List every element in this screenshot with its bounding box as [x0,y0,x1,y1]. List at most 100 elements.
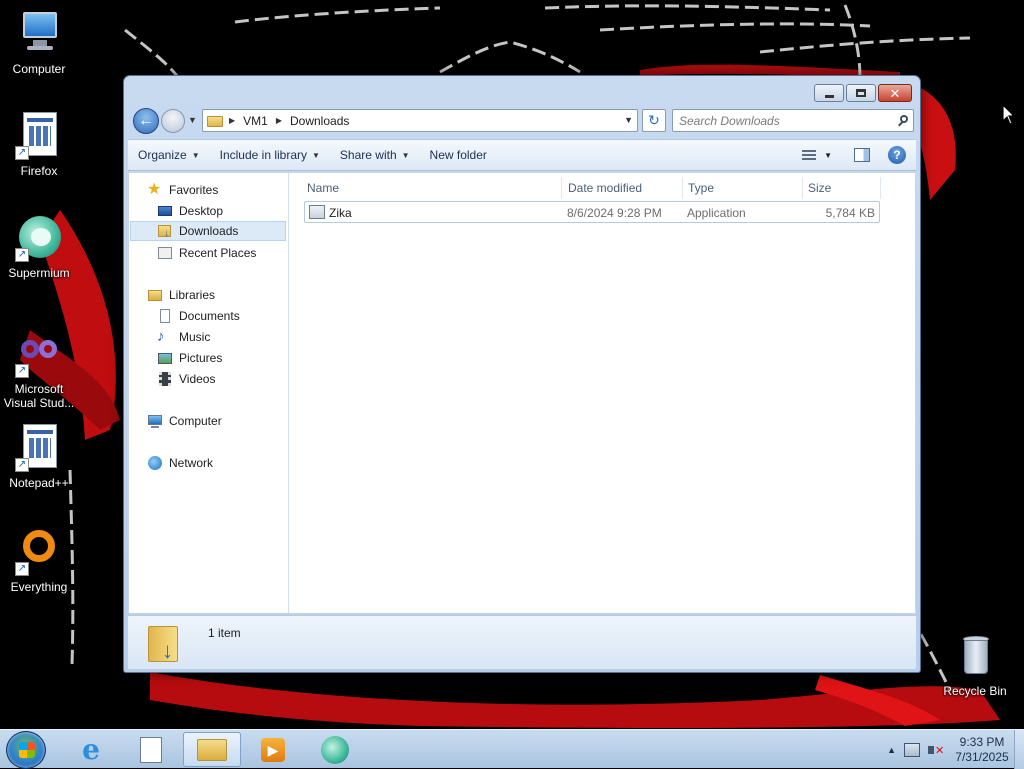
clock-date: 7/31/2025 [955,749,1009,764]
view-controls: ▼ ? [802,146,906,164]
search-box[interactable] [672,109,914,132]
navigation-pane[interactable]: ★ Favorites Desktop ↓ Downloads Recent P… [129,173,289,613]
internet-explorer-icon: e [82,732,100,766]
address-bar[interactable]: ▶ VM1 ▶ Downloads ▼ [202,109,638,132]
back-button[interactable]: ← [133,108,159,134]
nav-pictures[interactable]: Pictures [157,348,222,368]
visual-studio-icon: ↗ [15,330,63,378]
computer-icon [147,413,163,429]
column-name-label: Name [307,181,340,195]
desktop-icon-supermium[interactable]: ↗ Supermium [0,214,78,280]
taskbar-supermium[interactable] [306,732,364,767]
breadcrumb-downloads[interactable]: Downloads [290,114,349,128]
breadcrumb-separator-icon[interactable]: ▶ [276,116,282,125]
nav-videos[interactable]: Videos [157,369,215,389]
desktop-icon-label: Computer [12,62,66,76]
help-icon[interactable]: ? [888,146,906,164]
desktop-icon-notepad-plus-plus[interactable]: ↗ Notepad++ [0,424,78,490]
column-header-size[interactable]: Size [803,177,881,199]
desktop-icon-label: Everything [10,580,68,594]
chevron-down-icon: ▼ [401,150,410,160]
column-header-date-modified[interactable]: Date modified [563,177,683,199]
nav-downloads-label: Downloads [179,224,239,238]
taskbar-notepad-plus-plus[interactable] [122,732,180,767]
nav-computer[interactable]: Computer [147,411,222,431]
minimize-button[interactable] [814,84,844,102]
share-with-button[interactable]: Share with ▼ [330,140,420,170]
new-folder-button[interactable]: New folder [420,140,497,170]
taskbar-internet-explorer[interactable]: e [62,732,120,767]
show-desktop-button[interactable] [1014,730,1024,769]
close-button[interactable]: ✕ [878,84,912,102]
file-row[interactable]: Zika 8/6/2024 9:28 PM Application 5,784 … [304,201,880,223]
minimize-icon [824,94,834,98]
desktop-icon-label: Firefox [20,164,58,178]
desktop-icon-visual-studio[interactable]: ↗ Microsoft Visual Stud... [0,330,78,410]
breadcrumb-vm1[interactable]: VM1 [243,114,268,128]
documents-icon [157,308,173,324]
recycle-bin-icon [951,632,999,680]
recent-places-icon [157,245,173,261]
desktop-icon-everything[interactable]: ↗ Everything [0,528,78,594]
explorer-window[interactable]: ✕ ← ▼ ▶ VM1 ▶ Downloads ▼ ↻ Organize ▼ In… [123,75,921,673]
nav-desktop-label: Desktop [179,204,224,218]
shortcut-arrow-icon: ↗ [15,248,29,262]
clock-time: 9:33 PM [959,734,1005,749]
nav-favorites[interactable]: ★ Favorites [147,180,218,200]
include-in-library-button[interactable]: Include in library ▼ [210,140,330,170]
nav-libraries[interactable]: Libraries [147,285,215,305]
nav-recent-places-label: Recent Places [179,246,257,260]
nav-downloads[interactable]: ↓ Downloads [130,221,286,241]
refresh-icon: ↻ [648,112,660,128]
start-button[interactable] [6,731,46,769]
address-dropdown-icon[interactable]: ▼ [624,115,633,125]
file-list[interactable]: Name Date modified Type Size Zika 8/6/20… [290,173,915,613]
preview-pane-button[interactable] [854,148,870,162]
forward-button[interactable] [161,109,185,133]
column-header-name[interactable]: Name [302,177,562,199]
content-area: ★ Favorites Desktop ↓ Downloads Recent P… [128,172,916,614]
nav-documents[interactable]: Documents [157,306,240,326]
search-input[interactable] [673,110,895,131]
shortcut-arrow-icon: ↗ [15,364,29,378]
chevron-down-icon: ▼ [191,150,200,160]
network-status-icon[interactable] [904,742,920,757]
desktop-icon-firefox[interactable]: ↗ Firefox [0,112,78,178]
taskbar-media-player[interactable]: ▶ [244,732,302,767]
share-with-label: Share with [339,148,397,162]
nav-music-label: Music [179,330,211,344]
supermium-icon: ↗ [15,214,63,262]
maximize-button[interactable] [846,84,876,102]
recent-pages-dropdown[interactable]: ▼ [188,115,197,125]
nav-recent-places[interactable]: Recent Places [157,243,256,263]
show-hidden-icons-button[interactable]: ▲ [887,745,896,755]
breadcrumb-separator-icon[interactable]: ▶ [229,116,235,125]
taskbar-clock[interactable]: 9:33 PM 7/31/2025 [952,735,1012,765]
nav-network[interactable]: Network [147,453,213,473]
chevron-down-icon: ▼ [312,150,320,160]
windows-logo-icon [19,742,35,758]
organize-button[interactable]: Organize ▼ [128,140,210,170]
change-view-button[interactable]: ▼ [802,150,832,160]
desktop-folder-icon [157,203,173,219]
notepad-plus-plus-icon [140,736,162,763]
search-icon[interactable] [895,112,913,130]
desktop-icon-recycle-bin[interactable]: Recycle Bin [936,632,1014,698]
volume-muted-icon[interactable]: ✕ [928,742,944,758]
refresh-button[interactable]: ↻ [642,109,666,132]
desktop-icon-computer[interactable]: Computer [0,10,78,76]
nav-computer-label: Computer [169,414,222,428]
taskbar-windows-explorer[interactable] [183,732,241,767]
mouse-cursor-icon [1002,104,1016,125]
window-caption-buttons: ✕ [814,84,912,102]
details-pane: ↓ 1 item [128,615,916,669]
firefox-icon: ↗ [15,112,63,160]
back-arrow-icon: ← [138,112,154,129]
item-count: 1 item [208,626,241,640]
view-list-icon [802,150,817,160]
nav-desktop[interactable]: Desktop [157,201,223,221]
nav-music[interactable]: ♪ Music [157,327,210,347]
column-header-type[interactable]: Type [683,177,803,199]
column-type-label: Type [688,181,715,195]
desktop-icon-label: Microsoft Visual Stud... [3,382,75,410]
